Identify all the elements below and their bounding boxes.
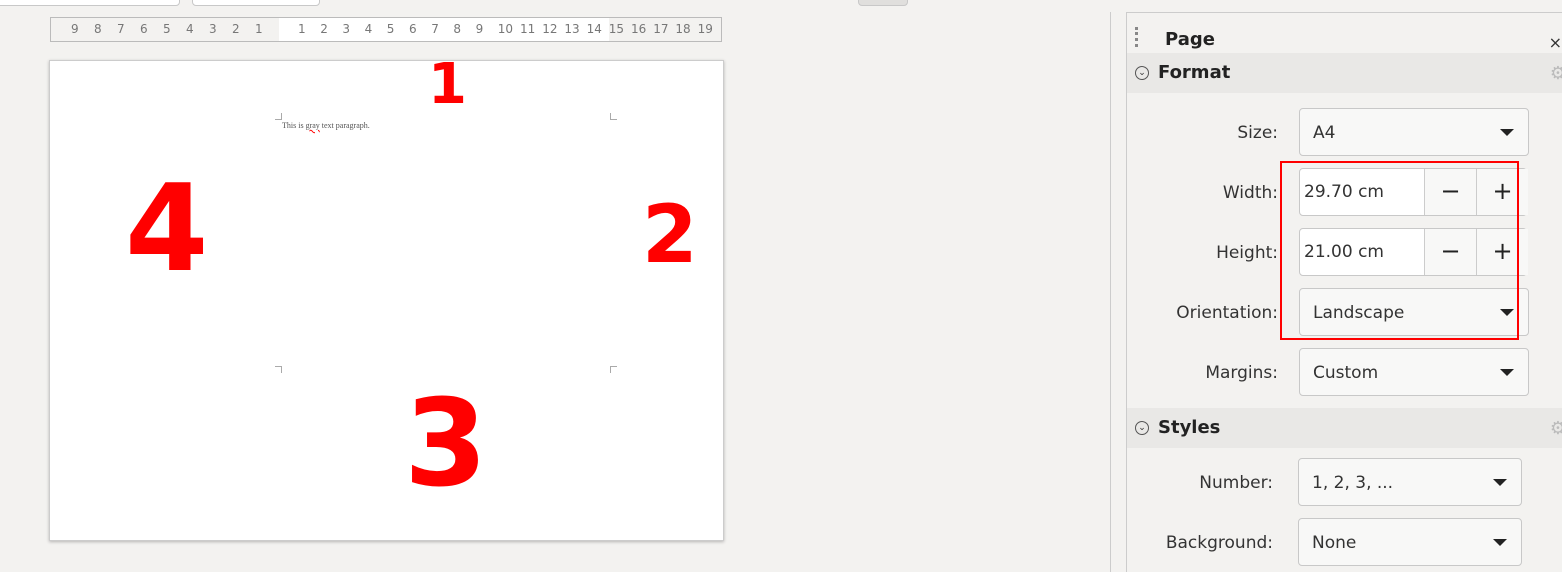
ruler-number: 13	[564, 22, 580, 36]
ruler-number: 6	[409, 22, 417, 36]
document-page[interactable]: This is gray text paragraph.	[49, 60, 724, 541]
annotation-1: 1	[428, 52, 467, 117]
ruler-number: 2	[232, 22, 240, 36]
ruler-number: 1	[298, 22, 306, 36]
ruler-number: 2	[320, 22, 328, 36]
margins-label: Margins:	[1205, 363, 1278, 383]
horizontal-ruler[interactable]: 9 8 7 6 5 4 3 2 1 1 2 3 4 5 6 7 8 9 10 11 12 13 14 15 16 17 18 19	[50, 17, 722, 42]
ruler-number: 16	[631, 22, 647, 36]
close-icon[interactable]: ×	[1549, 33, 1562, 52]
size-value: A4	[1313, 123, 1336, 143]
margin-corner	[275, 366, 282, 373]
text: This is	[282, 121, 306, 130]
size-label: Size:	[1237, 123, 1278, 143]
section-label: Format	[1158, 62, 1231, 83]
ruler-active-area	[279, 18, 609, 41]
height-label: Height:	[1216, 243, 1278, 263]
chevron-down-icon	[1493, 479, 1507, 486]
ruler-number: 18	[675, 22, 691, 36]
ruler-number: 8	[94, 22, 102, 36]
ruler-number: 4	[186, 22, 194, 36]
styles-section-header[interactable]: ⌄ Styles ⚙	[1127, 408, 1562, 448]
ruler-number: 5	[163, 22, 171, 36]
ruler-number: 7	[431, 22, 439, 36]
ruler-number: 10	[497, 22, 514, 36]
ruler-number: 7	[117, 22, 125, 36]
ruler-number: 15	[608, 22, 625, 36]
drag-handle-icon[interactable]	[1135, 27, 1138, 47]
ruler-number: 6	[140, 22, 148, 36]
ruler-number: 11	[520, 22, 536, 36]
annotation-2: 2	[642, 188, 698, 281]
toolbar-strip	[0, 0, 1110, 8]
chevron-down-icon	[1500, 129, 1514, 136]
section-label: Styles	[1158, 417, 1221, 438]
toolbar-button[interactable]	[858, 0, 908, 6]
annotation-3: 3	[404, 375, 488, 514]
ruler-number: 9	[475, 22, 484, 36]
number-dropdown[interactable]: 1, 2, 3, ...	[1298, 458, 1522, 506]
margin-corner	[610, 366, 617, 373]
ruler-number: 3	[342, 22, 351, 36]
chevron-down-icon	[1493, 539, 1507, 546]
chevron-down-icon	[1500, 369, 1514, 376]
background-dropdown[interactable]: None	[1298, 518, 1522, 566]
number-label: Number:	[1199, 473, 1273, 493]
gear-icon[interactable]: ⚙	[1550, 418, 1562, 439]
text: text paragraph.	[319, 121, 370, 130]
annotation-4: 4	[125, 160, 209, 299]
gear-icon[interactable]: ⚙	[1550, 63, 1562, 84]
ruler-number: 9	[71, 22, 79, 36]
number-value: 1, 2, 3, ...	[1312, 473, 1394, 493]
size-dropdown[interactable]: A4	[1299, 108, 1529, 156]
ruler-number: 1	[255, 22, 263, 36]
sidebar-header: Page ×	[1127, 13, 1562, 53]
orientation-label: Orientation:	[1176, 303, 1278, 323]
ruler-number: 5	[386, 22, 395, 36]
ruler-number: 12	[542, 22, 558, 36]
background-value: None	[1312, 533, 1357, 553]
margins-value: Custom	[1313, 363, 1379, 383]
toolbar-field[interactable]	[192, 0, 320, 6]
ruler-number: 14	[586, 22, 602, 36]
width-label: Width:	[1222, 183, 1278, 203]
margins-dropdown[interactable]: Custom	[1299, 348, 1529, 396]
toolbar-field[interactable]	[0, 0, 180, 6]
ruler-number: 4	[364, 22, 373, 36]
annotation-highlight-box	[1280, 161, 1519, 340]
ruler-number: 19	[697, 22, 713, 36]
ruler-number: 3	[209, 22, 217, 36]
margin-corner	[275, 113, 282, 120]
collapse-chevron-icon[interactable]: ⌄	[1135, 66, 1149, 80]
collapse-chevron-icon[interactable]: ⌄	[1135, 421, 1149, 435]
margin-corner	[610, 113, 617, 120]
panel-title: Page	[1165, 29, 1215, 50]
format-section-header[interactable]: ⌄ Format ⚙	[1127, 53, 1562, 93]
background-label: Background:	[1165, 533, 1273, 553]
ruler-number: 17	[653, 22, 669, 36]
misspelled-word: gray	[305, 121, 320, 130]
paragraph-text[interactable]: This is gray text paragraph.	[282, 121, 370, 130]
ruler-number: 8	[453, 22, 462, 36]
